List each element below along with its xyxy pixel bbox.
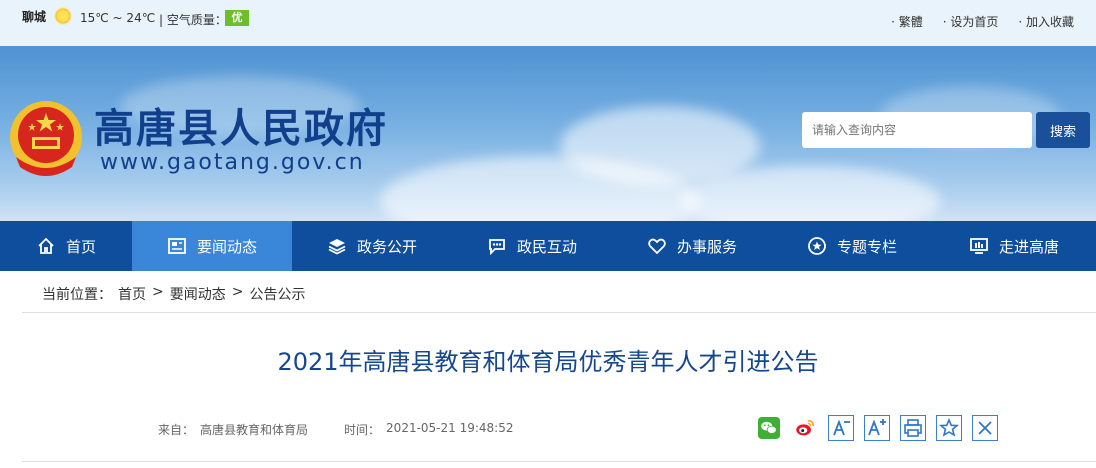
divider: [22, 461, 1096, 462]
national-emblem-icon: [10, 101, 82, 176]
sun-icon: [54, 7, 72, 25]
top-links: · 繁體 · 设为首页 · 加入收藏: [891, 13, 1074, 30]
nav-item-interaction[interactable]: 政民互动: [452, 221, 612, 271]
add-favorite-link[interactable]: · 加入收藏: [1018, 13, 1074, 30]
breadcrumb-news[interactable]: 要闻动态: [170, 284, 226, 304]
nav-item-services[interactable]: 办事服务: [612, 221, 772, 271]
nav-label: 办事服务: [676, 237, 737, 256]
breadcrumb-separator: >: [231, 284, 244, 300]
top-utility-bar: 聊城 15℃ ~ 24℃ | 空气质量： 优 · 繁體 · 设为首页 · 加入收…: [0, 0, 1096, 46]
search-input[interactable]: [802, 112, 1032, 148]
article-meta: 来自： 高唐县教育和体育局 时间： 2021-05-21 19:48:52: [158, 421, 514, 438]
heart-icon: [648, 238, 666, 255]
favorite-icon: [938, 417, 960, 437]
breadcrumb-announcements[interactable]: 公告公示: [249, 284, 305, 304]
home-icon: [38, 237, 54, 254]
breadcrumb: 当前位置： 首页 > 要闻动态 > 公告公示: [42, 284, 305, 304]
air-quality-label: | 空气质量：: [159, 13, 227, 27]
nav-label: 政民互动: [516, 237, 577, 256]
nav-label: 政务公开: [356, 237, 417, 256]
breadcrumb-home[interactable]: 首页: [118, 284, 146, 304]
print-icon: [904, 419, 922, 437]
nav-label: 走进高唐: [998, 237, 1059, 256]
share-weibo-button[interactable]: [792, 415, 818, 441]
close-page-button[interactable]: [972, 415, 998, 441]
monitor-icon: [970, 238, 988, 254]
layers-icon: [328, 239, 346, 255]
breadcrumb-label: 当前位置：: [42, 287, 112, 303]
site-url: www.gaotang.gov.cn: [100, 150, 365, 175]
site-title: 高唐县人民政府: [94, 106, 388, 152]
source-value: 高唐县教育和体育局: [200, 423, 309, 437]
favorite-button[interactable]: [936, 415, 962, 441]
breadcrumb-separator: >: [152, 284, 164, 300]
weibo-icon: [796, 419, 815, 436]
print-button[interactable]: [900, 415, 926, 441]
wechat-icon: [758, 417, 780, 439]
temperature: 15℃ ~ 24℃: [80, 11, 156, 25]
close-icon: [978, 421, 992, 435]
nav-item-home[interactable]: 首页: [0, 221, 132, 271]
nav-item-about-gaotang[interactable]: 走进高唐: [932, 221, 1096, 271]
nav-item-government-affairs[interactable]: 政务公开: [292, 221, 452, 271]
article-title: 2021年高唐县教育和体育局优秀青年人才引进公告: [277, 348, 819, 376]
nav-item-news[interactable]: 要闻动态: [132, 221, 292, 271]
search-button[interactable]: 搜索: [1036, 112, 1090, 148]
font-decrease-button[interactable]: [828, 415, 854, 441]
article-tools: [756, 415, 998, 441]
divider: [22, 312, 1096, 313]
chat-icon: [489, 239, 505, 256]
star-badge-icon: [808, 237, 826, 255]
time-value: 2021-05-21 19:48:52: [386, 421, 514, 435]
nav-item-special-topics[interactable]: 专题专栏: [772, 221, 932, 271]
air-quality-badge: 优: [225, 10, 249, 26]
font-decrease-icon: [833, 419, 850, 436]
traditional-chinese-link[interactable]: · 繁體: [891, 13, 923, 30]
main-nav: 首页 要闻动态 政务公开 政民互动 办事服务 专题专栏 走进高唐: [0, 221, 1096, 271]
news-icon: [168, 238, 186, 254]
nav-label: 专题专栏: [836, 237, 897, 256]
set-homepage-link[interactable]: · 设为首页: [943, 13, 999, 30]
nav-label: 首页: [65, 237, 96, 256]
nav-label: 要闻动态: [196, 237, 257, 256]
city-name: 聊城: [22, 10, 47, 24]
time-label: 时间：: [344, 423, 381, 437]
share-wechat-button[interactable]: [756, 415, 782, 441]
font-increase-button[interactable]: [864, 415, 890, 441]
font-increase-icon: [868, 419, 886, 436]
source-label: 来自：: [158, 423, 195, 437]
